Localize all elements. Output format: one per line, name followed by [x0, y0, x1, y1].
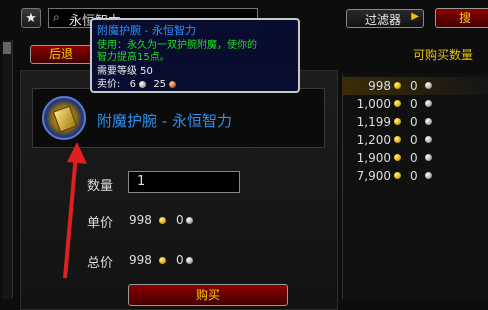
gold-coin-icon: [159, 257, 166, 264]
silver-coin-icon: [425, 118, 432, 125]
total-price-gold: 998: [129, 253, 152, 267]
sell-price-label: 卖价:: [97, 79, 121, 90]
sell-price-copper: 25: [153, 79, 167, 90]
scrollbar-thumb[interactable]: [3, 42, 11, 54]
gold-coin-icon: [394, 100, 401, 107]
filter-label: 过滤器: [365, 13, 402, 27]
row-gold: 998: [368, 79, 391, 93]
gold-coin-icon: [394, 154, 401, 161]
back-button[interactable]: 后退: [30, 45, 92, 64]
silver-coin-icon: [139, 80, 147, 88]
sell-price-silver: 6: [129, 79, 136, 90]
buyable-quantity-header: 可购买数量: [413, 48, 474, 62]
gold-coin-icon: [394, 82, 401, 89]
row-silver: 0: [410, 97, 418, 111]
item-name[interactable]: 附魔护腕 - 永恒智力: [97, 110, 232, 131]
row-silver: 0: [410, 151, 418, 165]
favorite-star-button[interactable]: ★: [21, 8, 41, 28]
price-row[interactable]: 1,199 0: [342, 113, 488, 131]
gold-coin-icon: [394, 172, 401, 179]
buy-button[interactable]: 购买: [128, 284, 288, 306]
price-row[interactable]: 7,900 0: [342, 167, 488, 185]
silver-coin-icon: [425, 172, 432, 179]
silver-coin-icon: [425, 100, 432, 107]
left-scrollbar[interactable]: [2, 40, 13, 299]
tooltip-sell-price: 卖价: 6 25: [97, 75, 177, 90]
search-button[interactable]: 搜: [435, 8, 488, 28]
copper-coin-icon: [169, 80, 177, 88]
row-gold: 1,199: [356, 115, 391, 129]
price-row[interactable]: 1,000 0: [342, 95, 488, 113]
silver-coin-icon: [425, 154, 432, 161]
annotation-arrow-icon: [63, 142, 87, 279]
star-icon: ★: [25, 11, 37, 26]
total-price-silver: 0: [176, 253, 184, 267]
gold-coin-icon: [394, 136, 401, 143]
bracer-enchant-icon[interactable]: [42, 96, 86, 140]
unit-price-silver: 0: [176, 213, 184, 227]
price-row[interactable]: 1,900 0: [342, 149, 488, 167]
row-silver: 0: [410, 115, 418, 129]
chevron-right-icon: ▶: [411, 11, 419, 22]
row-gold: 7,900: [356, 169, 391, 183]
gold-coin-icon: [159, 217, 166, 224]
silver-coin-icon: [425, 82, 432, 89]
row-gold: 1,200: [356, 133, 391, 147]
filter-dropdown[interactable]: 过滤器 ▶: [346, 9, 424, 28]
unit-price-gold: 998: [129, 213, 152, 227]
gold-coin-icon: [394, 118, 401, 125]
tooltip-use-line-2: 智力提高15点。: [97, 52, 170, 63]
item-tooltip: 附魔护腕 - 永恒智力 使用：永久为一双护腕附魔，使你的 智力提高15点。 需要…: [90, 18, 300, 93]
row-gold: 1,000: [356, 97, 391, 111]
row-gold: 1,900: [356, 151, 391, 165]
silver-coin-icon: [186, 257, 193, 264]
row-silver: 0: [410, 169, 418, 183]
row-silver: 0: [410, 79, 418, 93]
price-row[interactable]: 1,200 0: [342, 131, 488, 149]
row-silver: 0: [410, 133, 418, 147]
search-icon: ⌕: [53, 10, 60, 24]
silver-coin-icon: [425, 136, 432, 143]
price-row[interactable]: 998 0: [342, 77, 488, 95]
silver-coin-icon: [186, 217, 193, 224]
quantity-input[interactable]: 1: [128, 171, 240, 193]
